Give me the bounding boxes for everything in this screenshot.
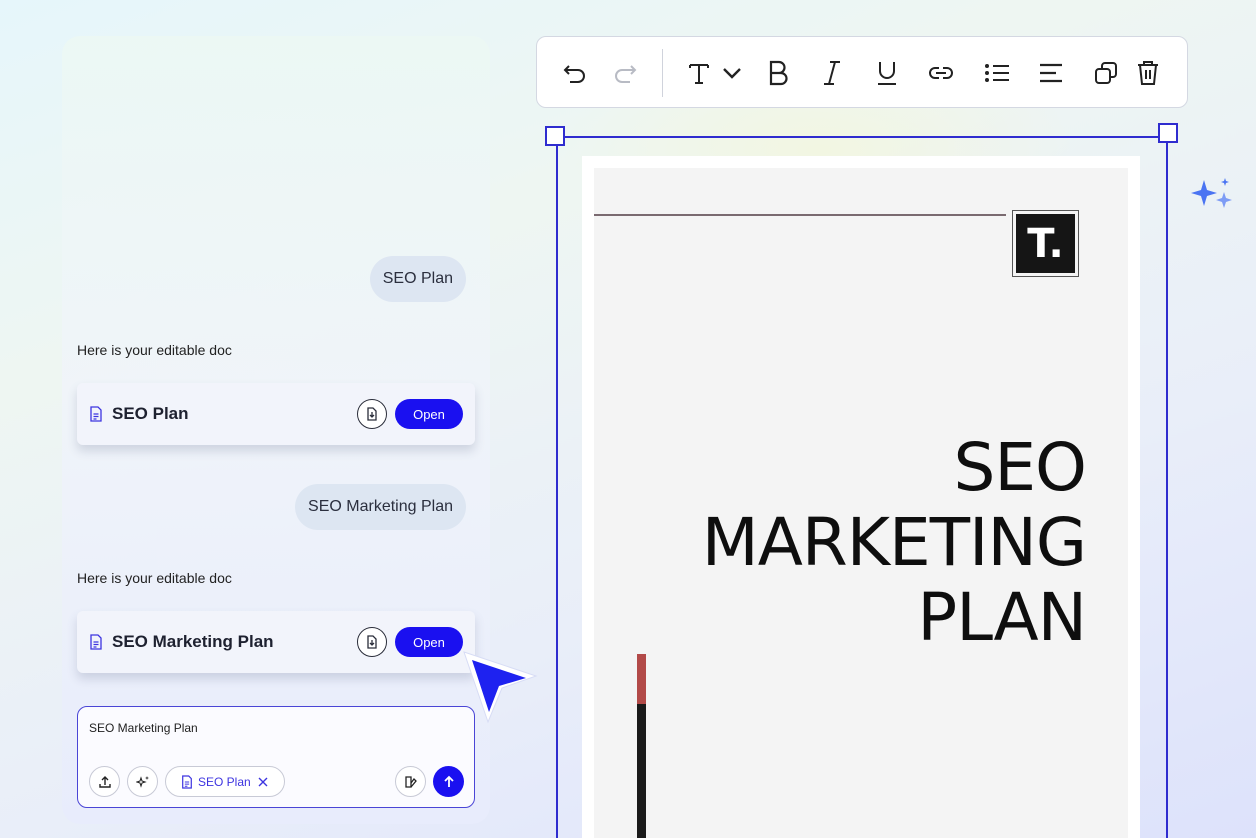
upload-icon	[98, 775, 111, 788]
bullet-list-icon[interactable]	[983, 59, 1011, 87]
bot-message-text: Here is your editable doc	[77, 342, 232, 358]
doc-card-title: SEO Plan	[112, 404, 189, 423]
user-message-bubble: SEO Plan	[369, 256, 466, 302]
doc-card[interactable]: SEO Marketing Plan Open	[77, 611, 475, 673]
document-page-content[interactable]: T. SEO MARKETING PLAN	[594, 168, 1128, 838]
header-rule	[594, 214, 1006, 216]
document-icon	[182, 774, 192, 789]
accent-bar-red	[637, 654, 646, 704]
document-title-line: SEO	[953, 429, 1087, 506]
user-message-text: SEO Marketing Plan	[308, 498, 453, 515]
bold-icon[interactable]	[765, 59, 791, 87]
download-button[interactable]	[357, 627, 387, 657]
formatting-toolbar	[536, 36, 1188, 108]
template-icon	[404, 775, 417, 788]
resize-handle-top-right[interactable]	[1158, 123, 1178, 143]
doc-card[interactable]: SEO Plan Open	[77, 383, 475, 445]
attachment-chip[interactable]: SEO Plan	[165, 766, 285, 797]
doc-card-title: SEO Marketing Plan	[112, 632, 274, 651]
template-button[interactable]	[395, 766, 426, 797]
open-button[interactable]: Open	[395, 399, 463, 429]
align-left-icon[interactable]	[1037, 59, 1065, 87]
logo-text: T.	[1016, 214, 1075, 273]
redo-icon[interactable]	[611, 59, 639, 87]
accent-bar-black	[637, 704, 646, 838]
upload-button[interactable]	[89, 766, 120, 797]
undo-icon[interactable]	[561, 59, 589, 87]
download-icon	[367, 407, 377, 421]
close-icon[interactable]	[258, 777, 268, 787]
link-icon[interactable]	[927, 59, 955, 87]
magic-sparkle-icon	[135, 775, 149, 788]
italic-icon[interactable]	[819, 59, 845, 87]
document-title-line: PLAN	[917, 579, 1087, 656]
toolbar-divider	[662, 49, 663, 97]
chevron-down-icon[interactable]	[721, 59, 743, 87]
text-style-icon[interactable]	[687, 59, 711, 87]
duplicate-icon[interactable]	[1093, 59, 1119, 87]
chat-panel: SEO Plan Here is your editable doc SEO P…	[62, 36, 490, 824]
send-button[interactable]	[433, 766, 464, 797]
logo: T.	[1012, 210, 1079, 277]
underline-icon[interactable]	[874, 59, 900, 87]
document-title[interactable]: SEO MARKETING PLAN	[701, 429, 1087, 656]
user-message-text: SEO Plan	[382, 270, 453, 287]
bot-message-text: Here is your editable doc	[77, 570, 232, 586]
resize-handle-top-left[interactable]	[545, 126, 565, 146]
delete-icon[interactable]	[1135, 59, 1161, 87]
attachment-chip-label: SEO Plan	[198, 774, 251, 789]
document-title-line: MARKETING	[701, 504, 1087, 581]
send-arrow-icon	[443, 775, 454, 787]
sparkle-icon	[1191, 178, 1232, 208]
open-button[interactable]: Open	[395, 627, 463, 657]
chat-input-value[interactable]: SEO Marketing Plan	[89, 721, 198, 735]
download-icon	[367, 635, 377, 649]
user-message-bubble: SEO Marketing Plan	[295, 484, 466, 530]
document-icon	[89, 406, 103, 422]
download-button[interactable]	[357, 399, 387, 429]
chat-input-box[interactable]: SEO Marketing Plan SEO Plan	[77, 706, 475, 808]
magic-button[interactable]	[127, 766, 158, 797]
pointer-cursor-icon	[463, 651, 538, 724]
document-icon	[89, 634, 103, 650]
